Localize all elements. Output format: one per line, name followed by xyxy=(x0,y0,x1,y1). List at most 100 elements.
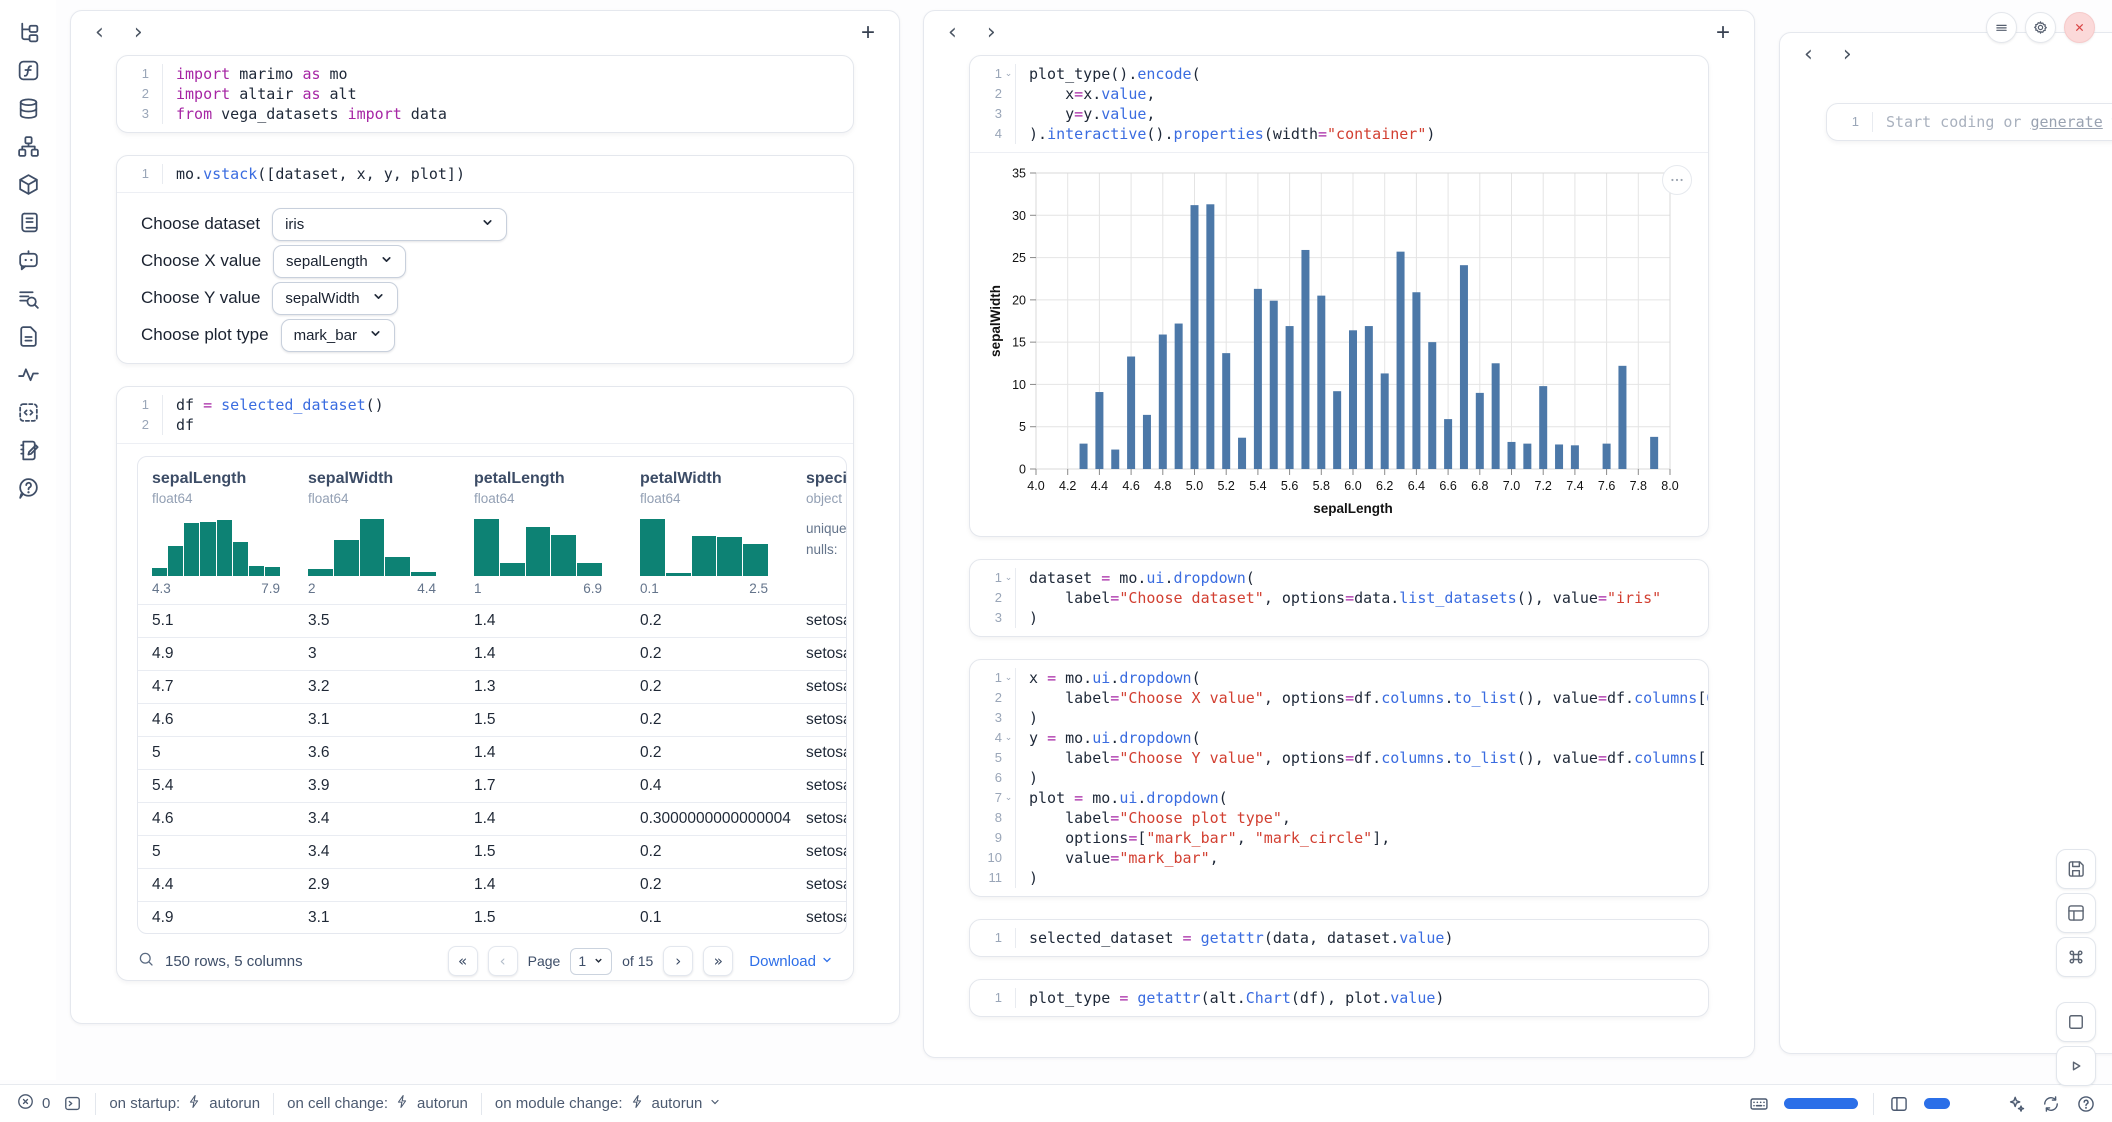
bar-7.9[interactable] xyxy=(1650,437,1658,469)
table-row[interactable]: 4.63.41.40.3000000000000004setosa xyxy=(138,802,847,835)
column-header-petalLength[interactable]: petalLengthfloat6416.9 xyxy=(474,470,602,596)
snippets-icon[interactable] xyxy=(16,400,41,425)
frame-button[interactable] xyxy=(2056,1002,2096,1042)
dropdown-choose-dataset[interactable]: iris xyxy=(272,208,507,241)
prev-page-button[interactable]: ‹ xyxy=(488,946,518,976)
code-editor[interactable]: 1Start coding or generate with xyxy=(1827,104,2112,140)
database-icon[interactable] xyxy=(16,96,41,121)
bar-6.1[interactable] xyxy=(1365,326,1373,469)
bar-6.6[interactable] xyxy=(1444,419,1452,469)
histogram-bar[interactable] xyxy=(692,536,717,576)
histogram-bar[interactable] xyxy=(217,520,232,576)
table-row[interactable]: 4.42.91.40.2setosa xyxy=(138,868,847,901)
code-editor[interactable]: 1⌄x = mo.ui.dropdown(2 label="Choose X v… xyxy=(970,660,1708,896)
code-editor[interactable]: 1⌄dataset = mo.ui.dropdown(2 label="Choo… xyxy=(970,560,1708,636)
column-header-species[interactable]: speciesobjectunique:nulls: xyxy=(806,470,847,560)
fold-chevron-icon[interactable]: ⌄ xyxy=(1002,728,1015,748)
empty-code-cell[interactable]: 1Start coding or generate with xyxy=(1826,103,2112,141)
table-row[interactable]: 5.13.51.40.2setosa xyxy=(138,604,847,637)
bar-5.9[interactable] xyxy=(1333,391,1341,469)
toggle-pill[interactable] xyxy=(1784,1098,1858,1109)
histogram-bar[interactable] xyxy=(334,540,359,576)
bar-6.8[interactable] xyxy=(1476,393,1484,469)
code-editor[interactable]: 1plot_type = getattr(alt.Chart(df), plot… xyxy=(970,980,1708,1016)
panel-prev-button[interactable]: ‹ xyxy=(1804,44,1813,66)
page-select[interactable]: 1 xyxy=(570,948,612,975)
dropdown-choose-y-value[interactable]: sepalWidth xyxy=(272,282,397,315)
table-row[interactable]: 4.931.40.2setosa xyxy=(138,637,847,670)
bar-chart-svg[interactable]: 4.04.24.44.64.85.05.25.45.65.86.06.26.46… xyxy=(986,159,1686,527)
bar-6[interactable] xyxy=(1349,330,1357,469)
search-icon[interactable] xyxy=(137,950,155,972)
bar-6.3[interactable] xyxy=(1397,252,1405,469)
fold-chevron-icon[interactable]: ⌄ xyxy=(1002,668,1015,688)
histogram-bar[interactable] xyxy=(265,567,280,576)
column-header-sepalLength[interactable]: sepalLengthfloat644.37.9 xyxy=(152,470,280,596)
package-icon[interactable] xyxy=(16,172,41,197)
code-cell-left-3[interactable]: 1df = selected_dataset()2dfsepalLengthfl… xyxy=(116,386,854,981)
histogram-bar[interactable] xyxy=(526,527,551,576)
bar-4.9[interactable] xyxy=(1175,324,1183,469)
code-cell-left-1[interactable]: 1import marimo as mo2import altair as al… xyxy=(116,55,854,133)
dropdown-choose-x-value[interactable]: sepalLength xyxy=(273,245,406,278)
bar-5.1[interactable] xyxy=(1206,204,1214,469)
histogram-bar[interactable] xyxy=(152,568,167,576)
fold-chevron-icon[interactable]: ⌄ xyxy=(1002,568,1015,588)
bar-5.2[interactable] xyxy=(1222,353,1230,469)
panel-next-button[interactable]: › xyxy=(134,22,143,44)
table-row[interactable]: 53.41.50.2setosa xyxy=(138,835,847,868)
code-cell-middle-3[interactable]: 1⌄x = mo.ui.dropdown(2 label="Choose X v… xyxy=(969,659,1709,897)
bar-7.1[interactable] xyxy=(1523,444,1531,469)
chart-menu-button[interactable] xyxy=(1662,165,1692,195)
code-editor[interactable]: 1mo.vstack([dataset, x, y, plot]) xyxy=(117,156,853,192)
bar-7.6[interactable] xyxy=(1603,444,1611,469)
menu-button[interactable] xyxy=(1986,12,2017,43)
sparkles-icon[interactable] xyxy=(2006,1094,2026,1114)
bar-4.4[interactable] xyxy=(1095,392,1103,469)
bar-4.5[interactable] xyxy=(1111,450,1119,469)
bar-5[interactable] xyxy=(1191,205,1199,469)
bar-6.7[interactable] xyxy=(1460,265,1468,469)
command-button[interactable] xyxy=(2056,937,2096,977)
histogram-bar[interactable] xyxy=(474,519,499,576)
documentation-icon[interactable] xyxy=(16,324,41,349)
panel-next-button[interactable]: › xyxy=(987,22,996,44)
bar-7[interactable] xyxy=(1508,442,1516,469)
bar-6.5[interactable] xyxy=(1428,342,1436,469)
script-icon[interactable] xyxy=(16,210,41,235)
table-row[interactable]: 4.93.11.50.1setosa xyxy=(138,901,847,934)
code-cell-middle-4[interactable]: 1selected_dataset = getattr(data, datase… xyxy=(969,919,1709,957)
runtime-config-2[interactable]: on cell change:autorun xyxy=(287,1094,468,1113)
runtime-config-1[interactable]: on startup:autorun xyxy=(109,1094,260,1113)
layout-button[interactable] xyxy=(2056,893,2096,933)
generate-link[interactable]: generate xyxy=(2031,113,2103,131)
add-cell-button[interactable]: + xyxy=(861,21,875,45)
histogram-bar[interactable] xyxy=(233,542,248,576)
bar-4.6[interactable] xyxy=(1127,357,1135,469)
code-cell-middle-2[interactable]: 1⌄dataset = mo.ui.dropdown(2 label="Choo… xyxy=(969,559,1709,637)
bar-4.8[interactable] xyxy=(1159,335,1167,469)
bar-5.6[interactable] xyxy=(1286,326,1294,469)
histogram-bar[interactable] xyxy=(200,522,215,576)
bar-5.7[interactable] xyxy=(1301,250,1309,469)
panel-prev-button[interactable]: ‹ xyxy=(948,22,957,44)
histogram-bar[interactable] xyxy=(385,557,410,576)
run-button[interactable] xyxy=(2056,1046,2096,1086)
code-cell-middle-1[interactable]: 1⌄plot_type().encode(2 x=x.value,3 y=y.v… xyxy=(969,55,1709,537)
histogram-bar[interactable] xyxy=(717,537,742,576)
bar-6.9[interactable] xyxy=(1492,363,1500,469)
fold-chevron-icon[interactable]: ⌄ xyxy=(1002,788,1015,808)
histogram-bar[interactable] xyxy=(184,523,199,576)
add-cell-button[interactable]: + xyxy=(1716,21,1730,45)
histogram-bar[interactable] xyxy=(249,566,264,576)
tracing-icon[interactable] xyxy=(16,362,41,387)
toggle-pill[interactable] xyxy=(1924,1098,1950,1109)
code-cell-left-2[interactable]: 1mo.vstack([dataset, x, y, plot])Choose … xyxy=(116,155,854,364)
bar-4.7[interactable] xyxy=(1143,415,1151,469)
table-row[interactable]: 4.63.11.50.2setosa xyxy=(138,703,847,736)
runtime-config-3[interactable]: on module change:autorun xyxy=(495,1094,721,1113)
last-page-button[interactable]: » xyxy=(703,946,733,976)
function-icon[interactable] xyxy=(16,58,41,83)
code-editor[interactable]: 1selected_dataset = getattr(data, datase… xyxy=(970,920,1708,956)
close-button[interactable] xyxy=(2064,12,2095,43)
